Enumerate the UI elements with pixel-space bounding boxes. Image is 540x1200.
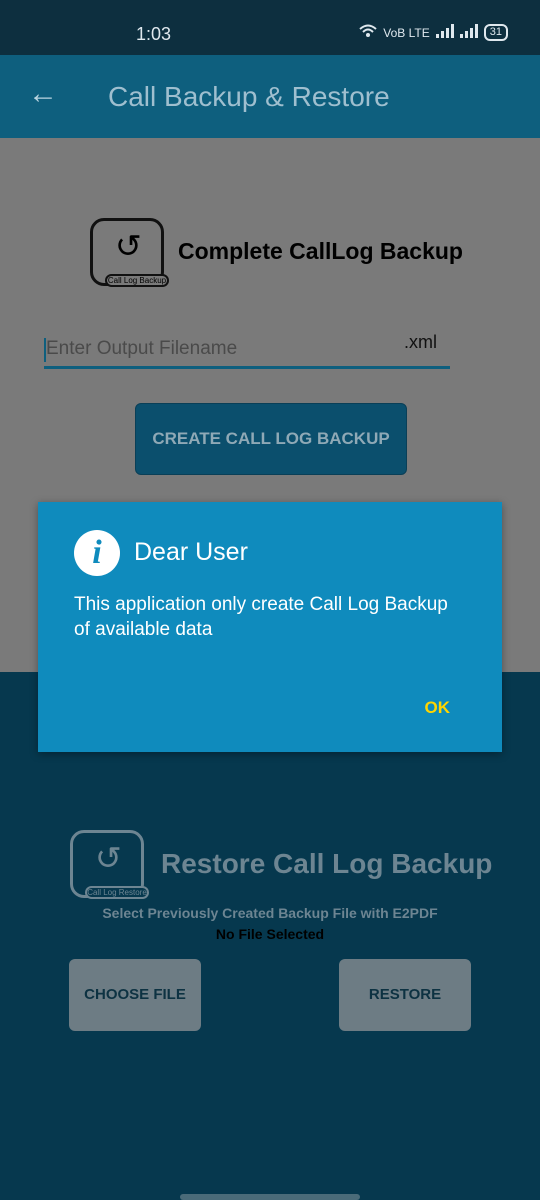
back-arrow-icon[interactable]: ← <box>28 77 58 111</box>
info-dialog: i Dear User This application only create… <box>38 502 502 752</box>
signal-icon <box>435 24 454 41</box>
signal-icon-2 <box>459 24 478 41</box>
network-label: VoB LTE <box>383 25 430 40</box>
page-title: Call Backup & Restore <box>108 81 390 112</box>
dialog-message: This application only create Call Log Ba… <box>74 594 448 640</box>
nav-gesture-bar[interactable] <box>180 1194 360 1200</box>
status-icons: VoB LTE 31 <box>359 24 508 41</box>
status-time: 1:03 <box>136 24 172 44</box>
wifi-icon <box>359 24 377 41</box>
app-bar: ← Call Backup & Restore <box>0 55 540 138</box>
status-bar: 1:03 VoB LTE 31 <box>0 0 540 55</box>
info-icon: i <box>74 530 120 576</box>
ok-button[interactable]: OK <box>425 698 451 718</box>
dialog-title: Dear User <box>134 538 248 566</box>
battery-icon: 31 <box>483 24 508 41</box>
